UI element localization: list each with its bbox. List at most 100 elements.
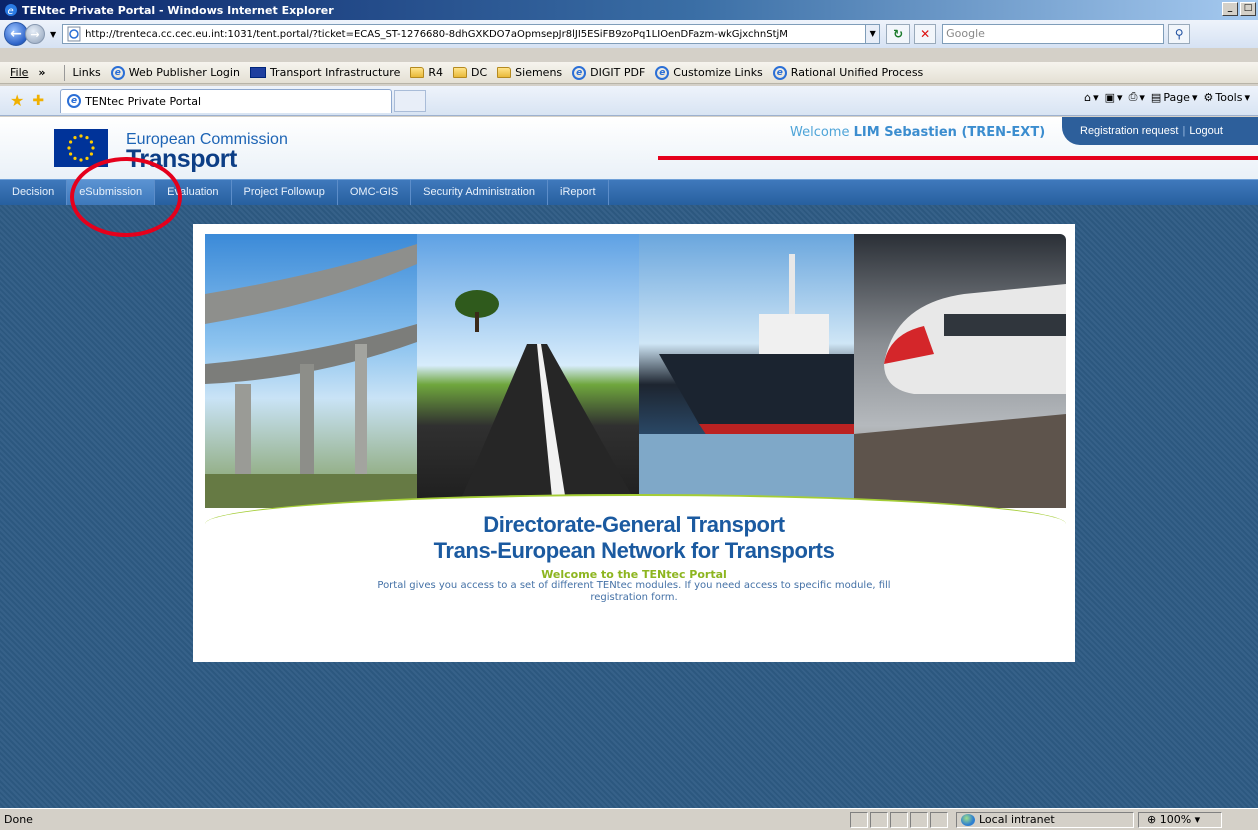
link-r4[interactable]: R4 <box>410 66 443 79</box>
menu-ireport[interactable]: iReport <box>548 180 609 205</box>
home-button[interactable]: ⌂ ▾ <box>1084 91 1099 104</box>
menu-project-followup[interactable]: Project Followup <box>232 180 338 205</box>
menu-security-administration[interactable]: Security Administration <box>411 180 549 205</box>
back-arrow-icon: ← <box>10 26 22 42</box>
favorites-star-icon[interactable]: ★ <box>10 91 24 110</box>
link-digit-pdf[interactable]: e DIGIT PDF <box>572 65 646 80</box>
gear-icon: ⚙ <box>1203 90 1214 104</box>
tools-menu-button[interactable]: ⚙ Tools ▾ <box>1203 91 1250 104</box>
link-separator: | <box>1182 125 1186 137</box>
tab-tentec-private-portal[interactable]: e TENtec Private Portal <box>60 88 393 113</box>
link-transport-infrastructure[interactable]: Transport Infrastructure <box>249 66 401 79</box>
link-label: Transport Infrastructure <box>269 66 401 79</box>
folder-icon <box>497 67 512 78</box>
link-web-publisher-login[interactable]: e Web Publisher Login <box>110 65 240 80</box>
rss-feed-icon: ▣ <box>1104 90 1116 104</box>
welcome-message: Welcome LIM Sebastien (TREN-EXT) <box>790 125 1045 140</box>
address-url[interactable]: http://trenteca.cc.cec.eu.int:1031/tent.… <box>85 29 865 40</box>
high-speed-train-image <box>854 234 1066 508</box>
link-label: DC <box>471 66 488 79</box>
history-dropdown-button[interactable]: ▼ <box>50 30 56 39</box>
address-toolbar: ← → ▼ http://trenteca.cc.cec.eu.int:1031… <box>0 20 1258 48</box>
maximize-button[interactable]: □ <box>1240 2 1256 16</box>
link-label: Siemens <box>515 66 563 79</box>
file-menu[interactable]: File <box>10 66 28 79</box>
link-label: Rational Unified Process <box>790 66 924 79</box>
intranet-globe-icon <box>961 813 975 826</box>
ie-page-icon: e <box>572 65 587 80</box>
menu-decision[interactable]: Decision <box>0 180 68 205</box>
welcome-prefix: Welcome <box>790 125 850 140</box>
window-title: TENtec Private Portal - Windows Internet… <box>22 3 334 17</box>
portal-menu: Decision eSubmission Evaluation Project … <box>0 179 1258 205</box>
welcome-panel: Directorate-General Transport Trans-Euro… <box>193 224 1075 662</box>
link-rational-unified-process[interactable]: e Rational Unified Process <box>772 65 924 80</box>
new-tab-button[interactable] <box>394 89 427 112</box>
printer-icon: ⎙ <box>1128 90 1138 103</box>
search-button[interactable]: ⚲ <box>1168 24 1191 44</box>
folder-icon <box>410 67 425 78</box>
ie-page-icon: e <box>67 94 82 108</box>
link-dc[interactable]: DC <box>453 66 487 79</box>
portal-description: Portal gives you access to a set of diff… <box>377 580 891 603</box>
svg-text:e: e <box>8 6 14 17</box>
zoom-icon: ⊕ <box>1147 813 1157 826</box>
home-icon: ⌂ <box>1084 90 1092 104</box>
feeds-button[interactable]: ▣ ▾ <box>1105 91 1123 104</box>
link-label: Customize Links <box>673 66 763 79</box>
ie-logo-icon: e <box>5 4 17 17</box>
links-bar: File » Links e Web Publisher Login Transp… <box>0 62 1258 84</box>
status-cell <box>930 811 948 828</box>
link-label: Web Publisher Login <box>128 66 240 79</box>
links-chevron[interactable]: » <box>38 66 45 79</box>
ie-page-icon: e <box>772 65 787 80</box>
page-viewport: European Commission Transport Welcome LI… <box>0 117 1258 808</box>
stop-button[interactable]: ✕ <box>914 24 937 44</box>
highway-overpass-image <box>205 234 417 508</box>
header-links: Registration request | Logout <box>1062 117 1258 145</box>
zoom-control[interactable]: ⊕ 100% ▾ <box>1138 811 1222 828</box>
link-siemens[interactable]: Siemens <box>497 66 562 79</box>
annotation-circle <box>70 157 182 237</box>
links-label: Links <box>72 66 101 79</box>
page-menu-label: Page <box>1163 90 1190 104</box>
forward-button[interactable]: → <box>25 24 45 44</box>
address-dropdown-button[interactable]: ▼ <box>865 25 880 43</box>
link-label: R4 <box>428 66 443 79</box>
portal-header: European Commission Transport Welcome LI… <box>0 117 1258 179</box>
cargo-ship-image <box>639 234 854 508</box>
menu-omc-gis[interactable]: OMC-GIS <box>338 180 412 205</box>
refresh-button[interactable]: ↻ <box>886 24 911 44</box>
print-button[interactable]: ⎙ ▾ <box>1129 90 1145 104</box>
status-cell <box>890 811 908 828</box>
zoom-level: 100% <box>1159 813 1192 826</box>
link-customize-links[interactable]: e Customize Links <box>655 65 763 80</box>
links-separator <box>63 64 65 81</box>
search-input[interactable]: Google <box>942 24 1165 44</box>
status-cell <box>910 811 928 828</box>
security-zone[interactable]: Local intranet <box>956 811 1134 828</box>
page-menu-button[interactable]: ▤ Page ▾ <box>1151 91 1198 104</box>
page-icon <box>67 26 81 42</box>
minimize-button[interactable]: _ <box>1222 2 1238 16</box>
ie-page-icon: e <box>110 65 125 80</box>
registration-request-link[interactable]: Registration request <box>1080 125 1178 137</box>
search-icon: ⚲ <box>1174 27 1184 41</box>
command-bar: ⌂ ▾ ▣ ▾ ⎙ ▾ ▤ Page ▾ ⚙ Tools ▾ <box>1084 90 1250 104</box>
annotation-line <box>658 156 1258 160</box>
link-label: DIGIT PDF <box>590 66 646 79</box>
add-favorites-icon[interactable]: ✚ <box>32 93 44 109</box>
heading-line2: Trans-European Network for Transports <box>433 538 835 563</box>
page-icon: ▤ <box>1150 90 1162 104</box>
status-cell <box>870 811 888 828</box>
status-bar: Done Local intranet ⊕ 100% ▾ <box>0 808 1258 830</box>
status-cell <box>850 811 868 828</box>
window-title-bar: e TENtec Private Portal - Windows Intern… <box>0 0 1258 20</box>
folder-icon <box>453 67 467 78</box>
user-name: LIM Sebastien (TREN-EXT) <box>853 125 1046 140</box>
tools-menu-label: Tools <box>1215 90 1243 104</box>
logout-link[interactable]: Logout <box>1189 125 1223 137</box>
status-text: Done <box>4 813 33 826</box>
address-bar[interactable]: http://trenteca.cc.cec.eu.int:1031/tent.… <box>62 24 881 44</box>
heading-line1: Directorate-General Transport <box>483 512 785 537</box>
